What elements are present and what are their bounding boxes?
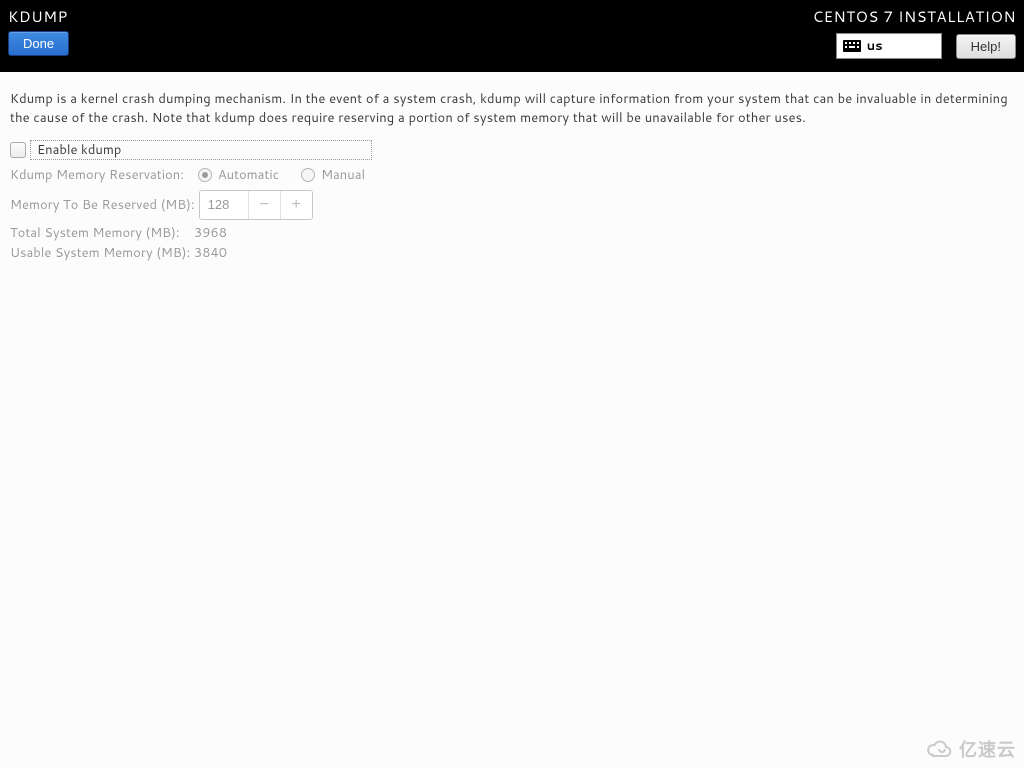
spin-minus-button[interactable]: −	[248, 191, 280, 219]
watermark-text: 亿速云	[959, 736, 1016, 762]
mem-reservation-label: Kdump Memory Reservation:	[10, 166, 184, 184]
total-memory-label: Total System Memory (MB):	[10, 224, 194, 242]
topbar-right-row: us Help!	[813, 33, 1016, 59]
radio-automatic-outer	[198, 168, 212, 182]
mem-to-reserve-label: Memory To Be Reserved (MB):	[10, 196, 195, 214]
enable-kdump-checkbox[interactable]	[10, 142, 26, 158]
radio-automatic-label: Automatic	[218, 166, 279, 184]
enable-row: Enable kdump	[10, 140, 1014, 160]
radio-manual-label: Manual	[321, 166, 365, 184]
mem-to-reserve-input[interactable]	[200, 191, 248, 219]
usable-memory-row: Usable System Memory (MB): 3840	[10, 244, 1014, 262]
kdump-description: Kdump is a kernel crash dumping mechanis…	[10, 90, 1014, 128]
radio-automatic[interactable]: Automatic	[198, 166, 279, 184]
help-button[interactable]: Help!	[956, 34, 1016, 59]
done-button[interactable]: Done	[8, 31, 69, 56]
keyboard-layout-label: us	[867, 37, 883, 55]
content-area: Kdump is a kernel crash dumping mechanis…	[0, 72, 1024, 274]
topbar-left: KDUMP Done	[8, 6, 69, 56]
usable-memory-label: Usable System Memory (MB):	[10, 244, 194, 262]
mem-to-reserve-row: Memory To Be Reserved (MB): − +	[10, 190, 1014, 220]
usable-memory-value: 3840	[194, 244, 227, 262]
keyboard-indicator[interactable]: us	[836, 33, 942, 59]
cloud-icon	[925, 739, 953, 759]
total-memory-row: Total System Memory (MB): 3968	[10, 224, 1014, 242]
enable-kdump-label: Enable kdump	[30, 140, 372, 160]
page-title: KDUMP	[8, 6, 69, 27]
total-memory-value: 3968	[194, 224, 227, 242]
watermark: 亿速云	[925, 736, 1016, 762]
radio-manual[interactable]: Manual	[301, 166, 365, 184]
radio-manual-outer	[301, 168, 315, 182]
spin-plus-button[interactable]: +	[280, 191, 312, 219]
top-bar: KDUMP Done CENTOS 7 INSTALLATION us Help…	[0, 0, 1024, 72]
topbar-right: CENTOS 7 INSTALLATION us Help!	[813, 6, 1016, 59]
keyboard-icon	[843, 40, 861, 52]
mem-to-reserve-spinner: − +	[199, 190, 313, 220]
radio-dot-icon	[202, 172, 208, 178]
install-title: CENTOS 7 INSTALLATION	[813, 6, 1016, 27]
mem-reservation-row: Kdump Memory Reservation: Automatic Manu…	[10, 166, 1014, 184]
mem-reservation-radio-group: Automatic Manual	[198, 166, 365, 184]
